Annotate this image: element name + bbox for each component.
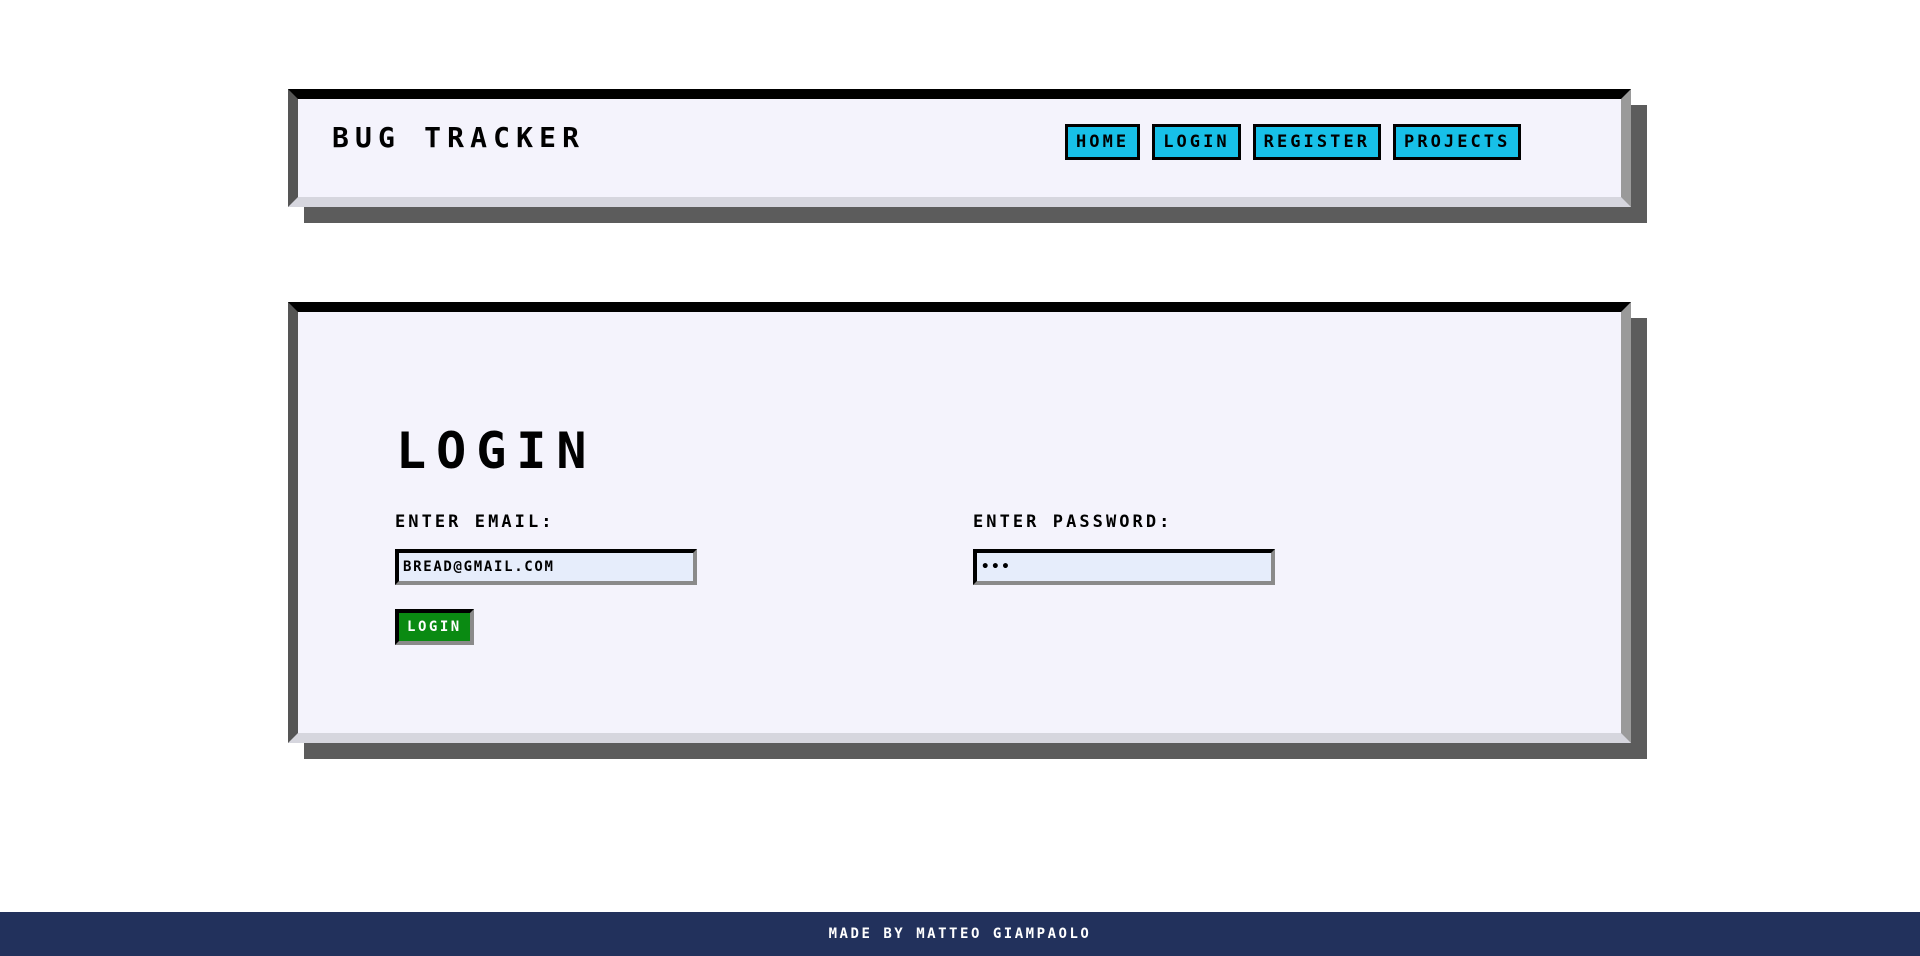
email-label: ENTER EMAIL:: [395, 512, 555, 532]
password-label: ENTER PASSWORD:: [973, 512, 1173, 532]
nav-login-button[interactable]: LOGIN: [1152, 124, 1241, 160]
login-submit-button[interactable]: LOGIN: [395, 609, 474, 645]
main-nav: HOME LOGIN REGISTER PROJECTS: [1065, 124, 1522, 160]
nav-home-button[interactable]: HOME: [1065, 124, 1141, 160]
brand-title: BUG TRACKER: [332, 121, 586, 154]
nav-register-button[interactable]: REGISTER: [1252, 124, 1382, 160]
login-panel: LOGIN ENTER EMAIL: ENTER PASSWORD: LOGIN: [288, 302, 1631, 743]
footer-credit: MADE BY MATTEO GIAMPAOLO: [0, 912, 1920, 956]
page-title: LOGIN: [396, 422, 597, 480]
nav-projects-button[interactable]: PROJECTS: [1393, 124, 1522, 160]
password-field[interactable]: [973, 549, 1275, 585]
header-panel: BUG TRACKER HOME LOGIN REGISTER PROJECTS: [288, 89, 1631, 207]
email-field[interactable]: [395, 549, 697, 585]
